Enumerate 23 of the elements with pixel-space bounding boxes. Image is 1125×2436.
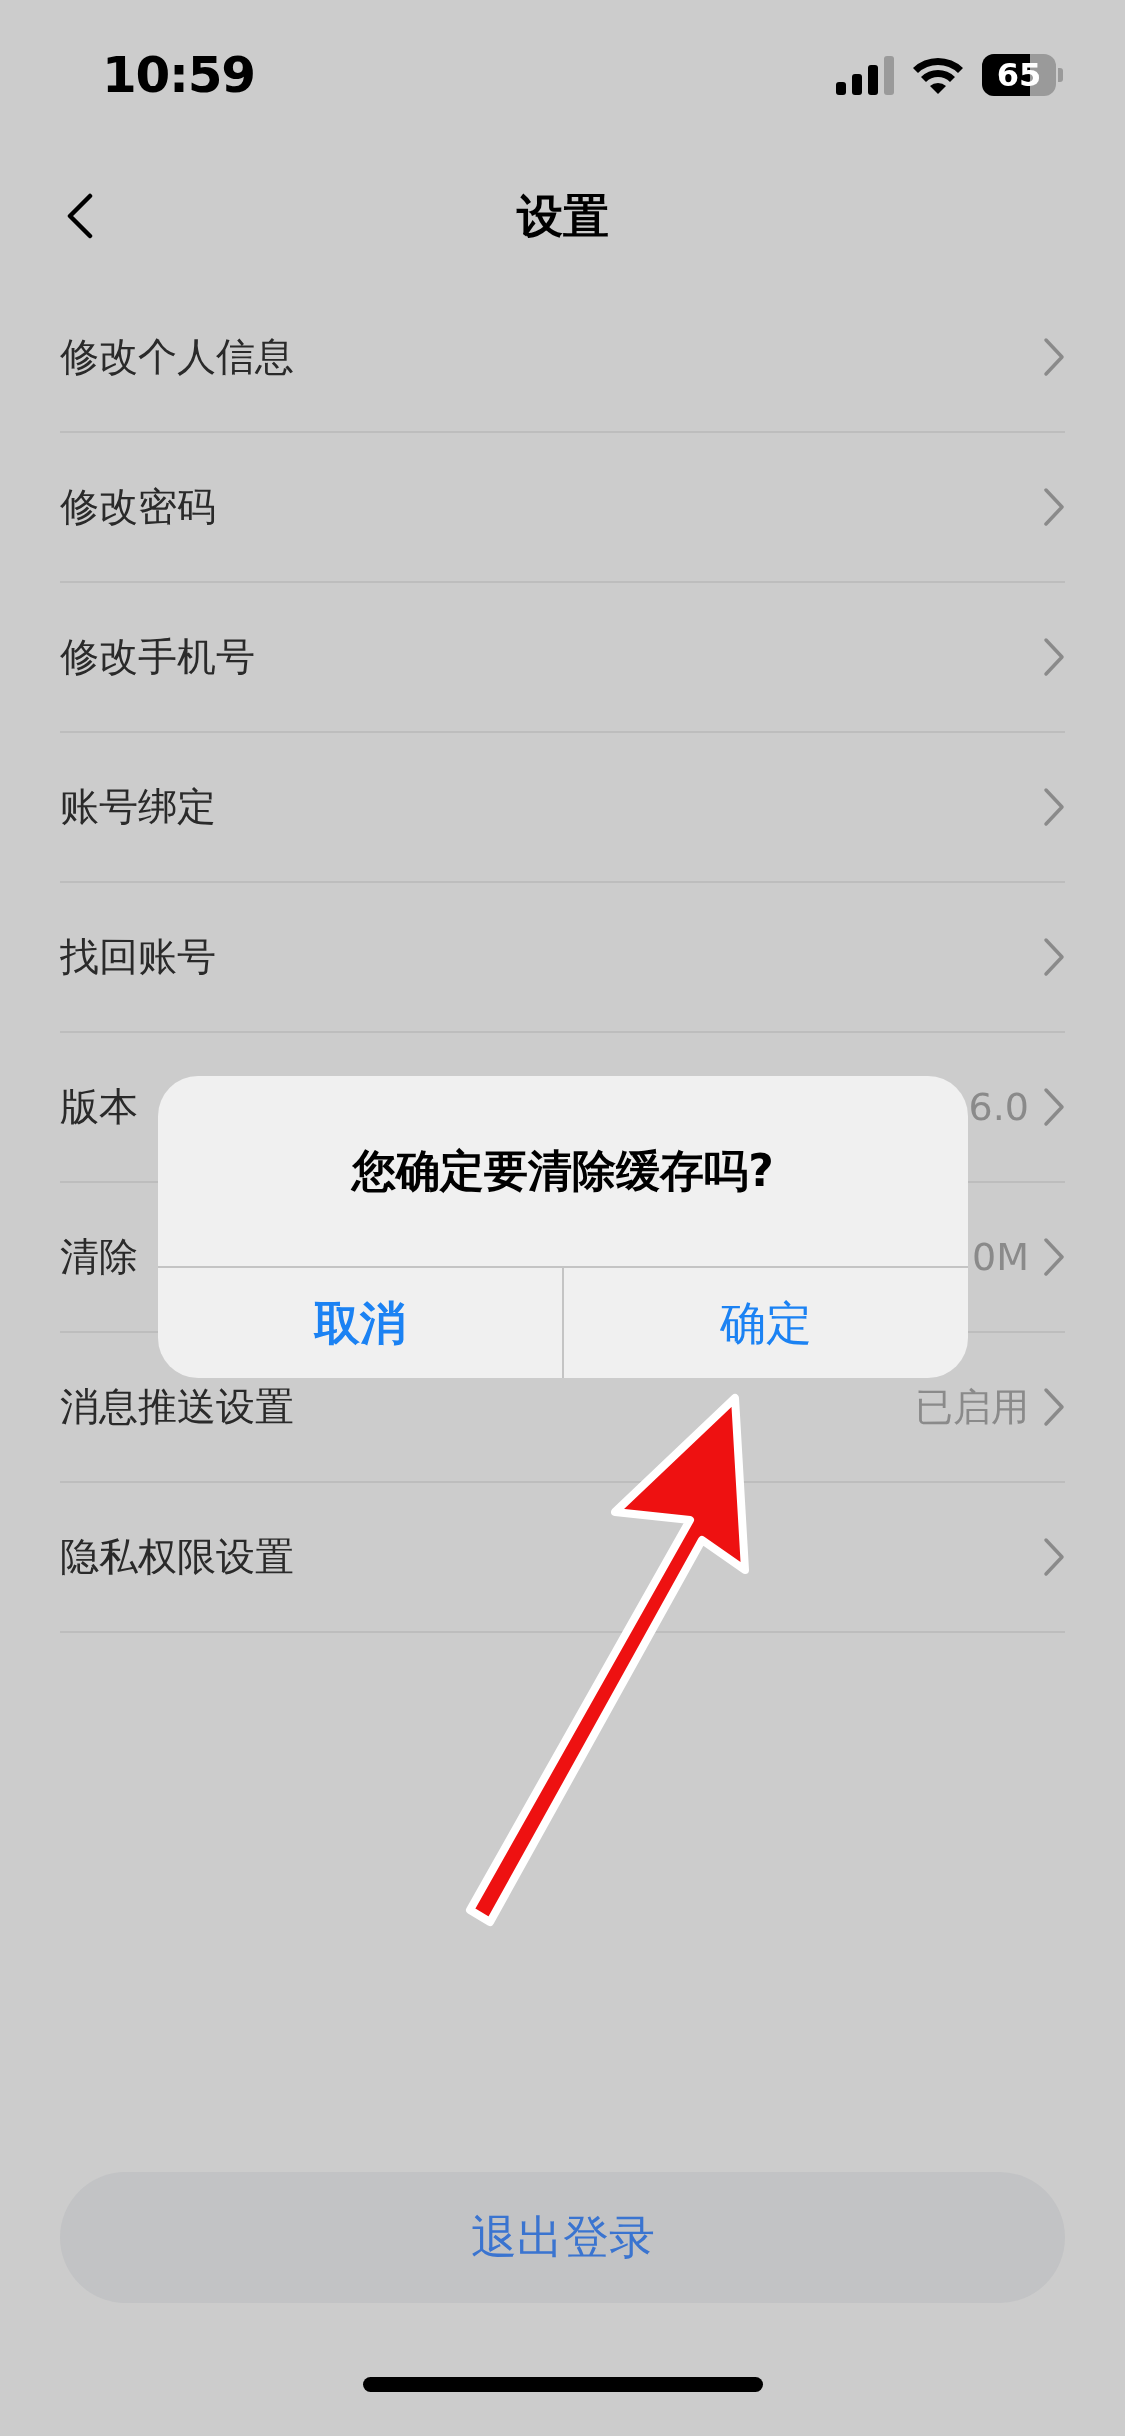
row-value: 0M: [972, 1233, 1029, 1281]
chevron-icon: [1043, 1537, 1065, 1577]
back-icon: [67, 193, 93, 239]
page-title: 设置: [516, 188, 609, 245]
chevron-icon: [1043, 1237, 1065, 1277]
dialog-title: 您确定要清除缓存吗?: [352, 1144, 774, 1198]
chevron-icon: [1043, 787, 1065, 827]
settings-row[interactable]: 修改密码: [60, 433, 1065, 583]
settings-row[interactable]: 找回账号: [60, 883, 1065, 1033]
row-value: 已启用: [915, 1383, 1029, 1431]
signal-icon: [836, 55, 894, 95]
status-time: 10:59: [102, 44, 255, 106]
wifi-icon: [912, 56, 964, 94]
chevron-icon: [1043, 487, 1065, 527]
chevron-icon: [1043, 1087, 1065, 1127]
chevron-icon: [1043, 937, 1065, 977]
settings-row[interactable]: 账号绑定: [60, 733, 1065, 883]
chevron-icon: [1043, 1387, 1065, 1427]
row-value: 6.0: [968, 1083, 1029, 1131]
chevron-icon: [1043, 337, 1065, 377]
settings-row[interactable]: 修改个人信息: [60, 283, 1065, 433]
settings-row[interactable]: 修改手机号: [60, 583, 1065, 733]
chevron-icon: [1043, 637, 1065, 677]
